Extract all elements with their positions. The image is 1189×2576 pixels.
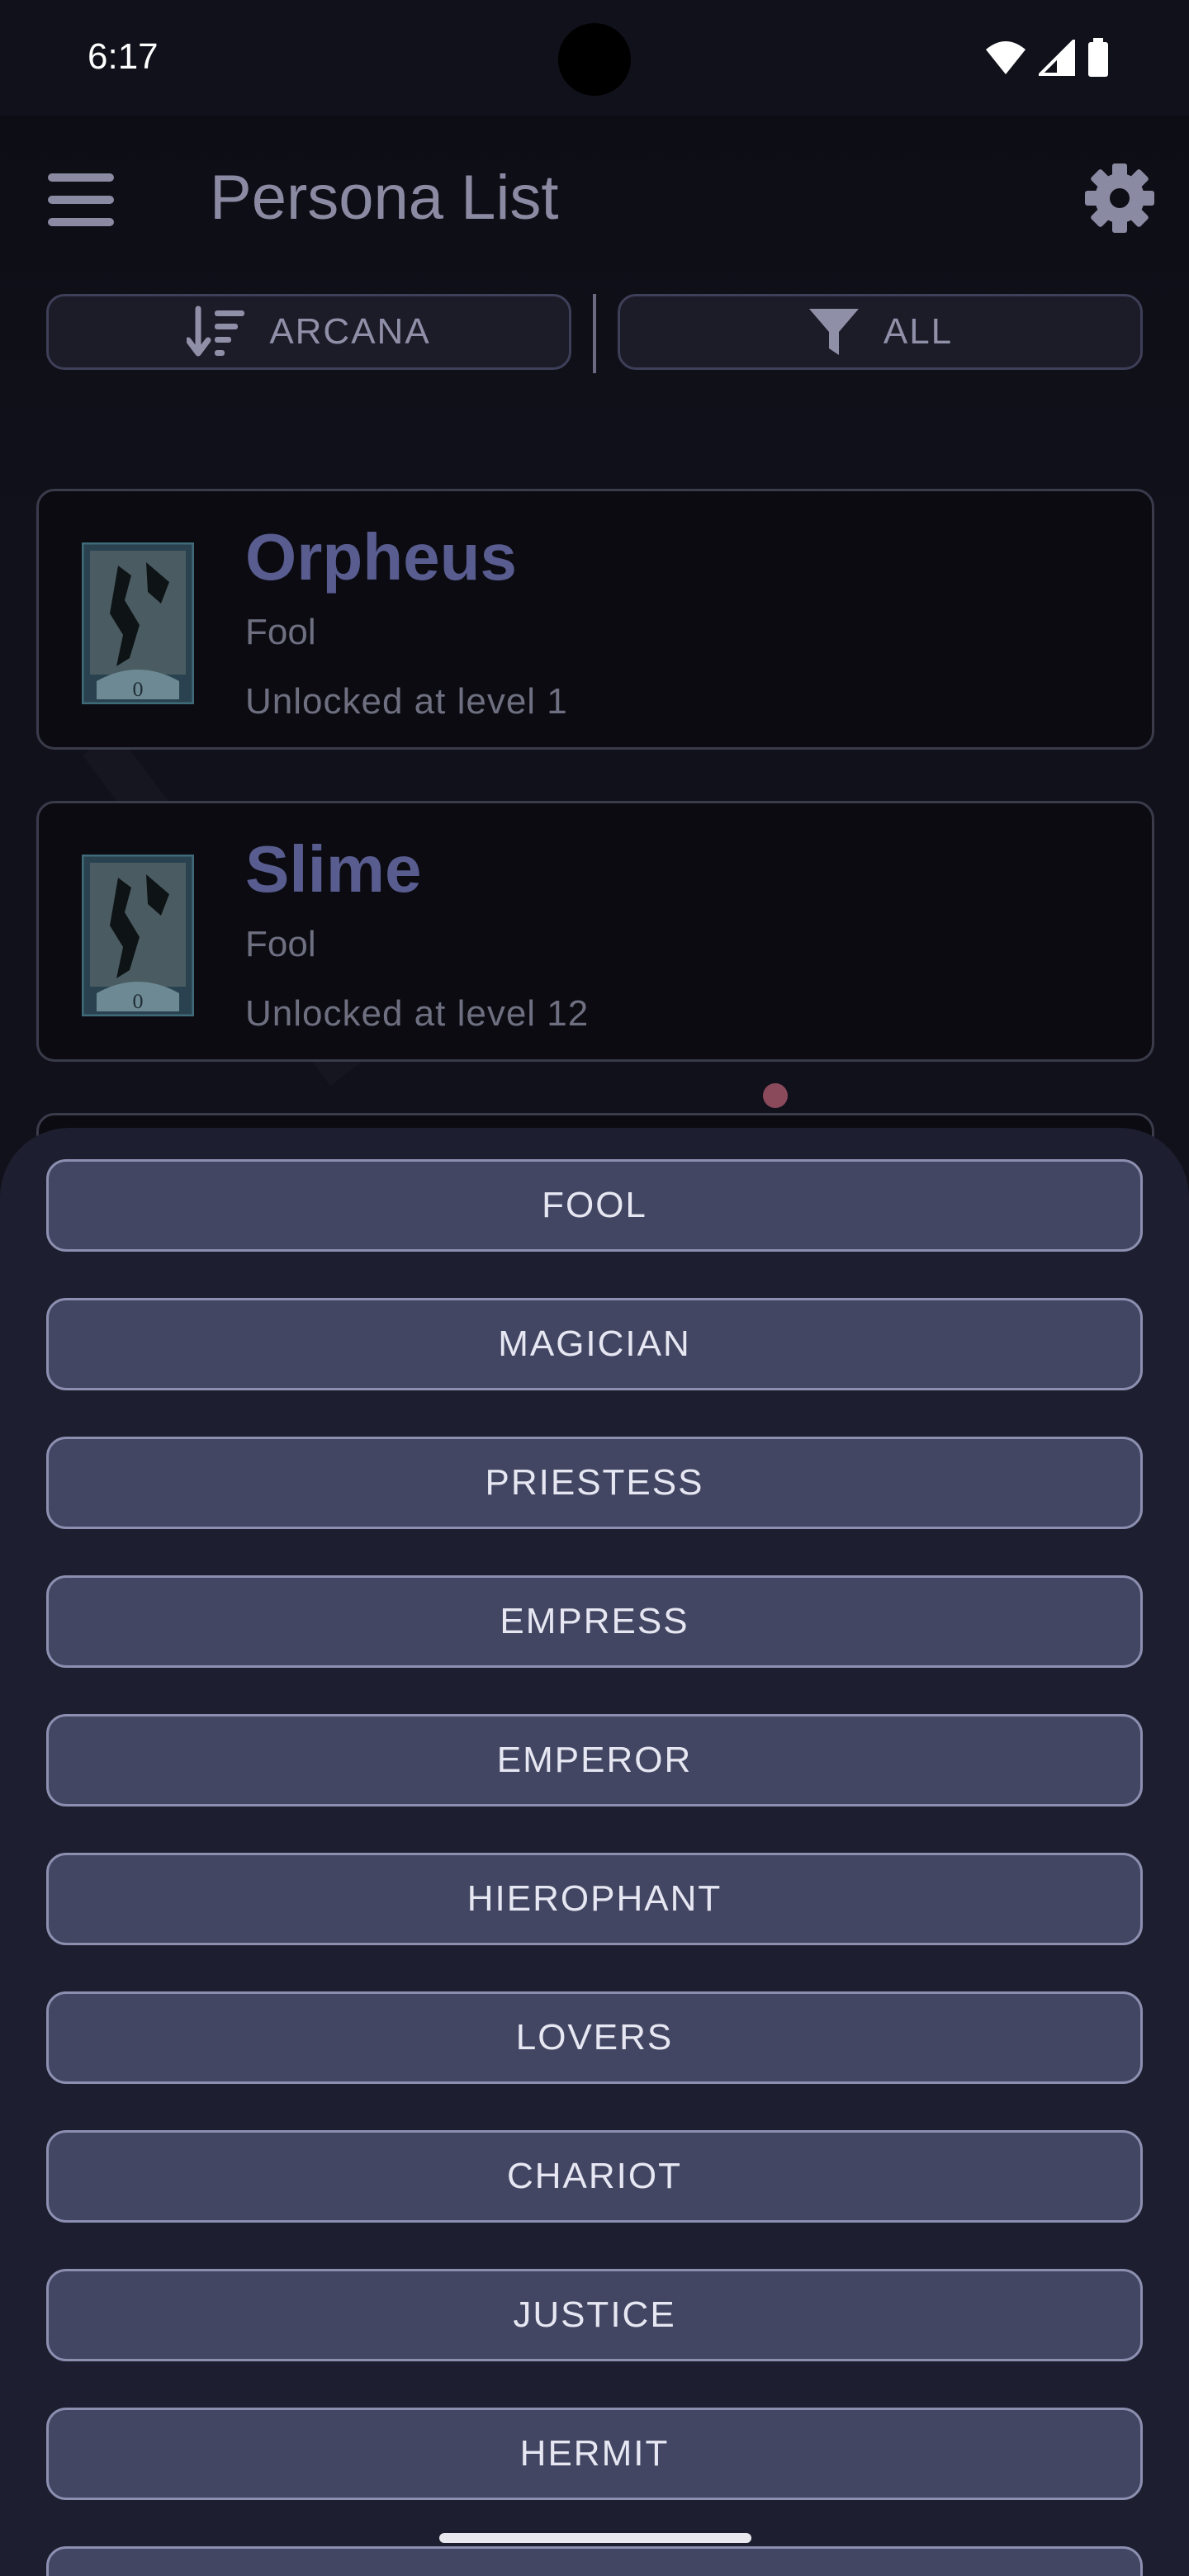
notification-dot [763, 1083, 788, 1108]
gesture-navigation-bar[interactable] [439, 2533, 751, 2543]
svg-text:0: 0 [132, 992, 144, 1013]
arcana-option-hierophant[interactable]: HIEROPHANT [46, 1853, 1143, 1945]
sort-button[interactable]: ARCANA [46, 294, 571, 370]
persona-name: Slime [245, 832, 422, 906]
status-time: 6:17 [88, 36, 159, 77]
arcana-option-empress[interactable]: EMPRESS [46, 1575, 1143, 1668]
persona-list-screen: 6:17 Persona List ARCANA ALL 0 Orpheus F… [0, 0, 1189, 2576]
persona-card-orpheus[interactable]: 0 Orpheus Fool Unlocked at level 1 [36, 489, 1154, 750]
arcana-option-partial[interactable] [46, 2546, 1143, 2576]
filter-label: ALL [883, 311, 954, 352]
camera-cutout [558, 23, 631, 96]
gear-icon [1085, 163, 1154, 233]
arcana-option-lovers[interactable]: LOVERS [46, 1991, 1143, 2084]
persona-unlock-level: Unlocked at level 1 [245, 681, 568, 722]
sort-descending-icon [187, 305, 245, 357]
page-title: Persona List [210, 163, 559, 233]
hamburger-menu-icon [48, 173, 114, 226]
arcana-option-chariot[interactable]: CHARIOT [46, 2130, 1143, 2223]
filter-button[interactable]: ALL [618, 294, 1143, 370]
arcana-option-hermit[interactable]: HERMIT [46, 2408, 1143, 2500]
cellular-signal-icon [1039, 40, 1075, 76]
arcana-option-magician[interactable]: MAGICIAN [46, 1298, 1143, 1390]
sort-label: ARCANA [269, 311, 431, 352]
persona-arcana: Fool [245, 612, 316, 652]
settings-button[interactable] [1083, 162, 1156, 234]
battery-icon [1088, 38, 1108, 77]
persona-card-slime[interactable]: 0 Slime Fool Unlocked at level 12 [36, 801, 1154, 1062]
fool-tarot-card-icon: 0 [82, 542, 194, 704]
toolbar-divider [593, 294, 596, 373]
persona-unlock-level: Unlocked at level 12 [245, 993, 590, 1034]
persona-name: Orpheus [245, 520, 517, 594]
wifi-icon [986, 41, 1026, 74]
fool-tarot-card-icon: 0 [82, 855, 194, 1016]
arcana-option-justice[interactable]: JUSTICE [46, 2269, 1143, 2361]
persona-arcana: Fool [245, 924, 316, 964]
arcana-filter-sheet: FOOL MAGICIAN PRIESTESS EMPRESS EMPEROR … [0, 1128, 1189, 2576]
filter-funnel-icon [808, 309, 859, 355]
arcana-option-fool[interactable]: FOOL [46, 1159, 1143, 1252]
menu-button[interactable] [46, 170, 116, 230]
arcana-option-priestess[interactable]: PRIESTESS [46, 1437, 1143, 1529]
status-icons [984, 38, 1110, 78]
arcana-option-emperor[interactable]: EMPEROR [46, 1714, 1143, 1807]
svg-text:0: 0 [132, 680, 144, 701]
status-bar: 6:17 [0, 0, 1189, 116]
